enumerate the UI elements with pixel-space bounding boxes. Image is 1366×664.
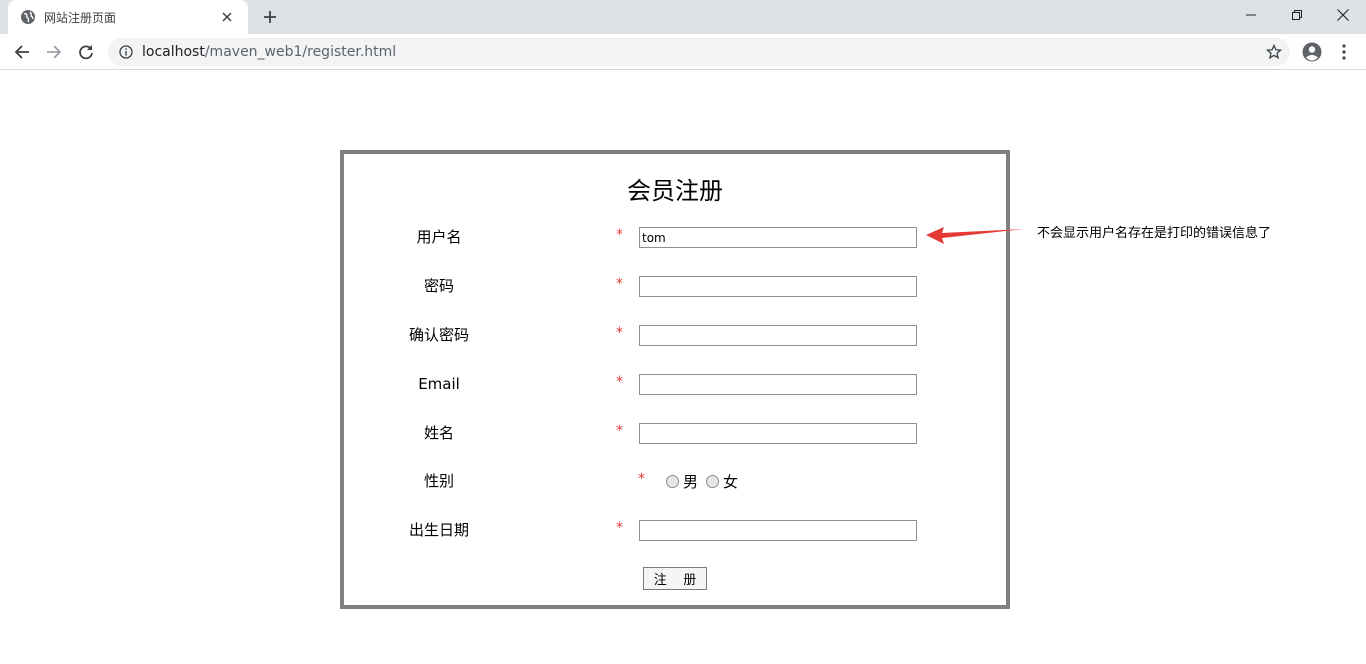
required-mark: * [638, 471, 645, 487]
email-row: Email * [344, 372, 1006, 396]
password-row: 密码 * [344, 274, 1006, 298]
password-label: 密码 [423, 277, 454, 295]
confirm-password-label: 确认密码 [408, 326, 469, 344]
name-input[interactable] [639, 423, 917, 444]
kebab-menu-icon[interactable] [1332, 38, 1356, 66]
birthdate-input[interactable] [639, 520, 917, 541]
password-input[interactable] [639, 276, 917, 297]
annotation-note: 不会显示用户名存在是打印的错误信息了 [1037, 226, 1272, 241]
star-icon[interactable] [1264, 42, 1284, 62]
url-text: localhost/maven_web1/register.html [142, 44, 397, 60]
birthdate-label: 出生日期 [408, 521, 469, 539]
required-mark: * [616, 227, 623, 243]
gender-row: 性别 * 男 女 [344, 469, 1006, 493]
confirm-password-input[interactable] [639, 325, 917, 346]
restore-icon[interactable] [1274, 0, 1320, 30]
required-mark: * [616, 374, 623, 390]
username-row: 用户名 * [344, 225, 1006, 249]
globe-icon [20, 9, 36, 25]
name-row: 姓名 * [344, 421, 1006, 445]
window-close-icon[interactable] [1320, 0, 1366, 30]
gender-male-radio[interactable] [666, 474, 679, 488]
gender-female-label: 女 [723, 472, 739, 491]
gender-male-label: 男 [683, 472, 699, 491]
email-label: Email [418, 375, 460, 393]
gender-radio-group: 男 女 [666, 469, 746, 493]
address-bar[interactable]: localhost/maven_web1/register.html [108, 38, 1290, 66]
forward-arrow-icon[interactable] [40, 38, 68, 66]
form-title: 会员注册 [627, 177, 723, 205]
back-arrow-icon[interactable] [8, 38, 36, 66]
required-mark: * [616, 325, 623, 341]
username-label: 用户名 [416, 228, 462, 246]
username-input[interactable] [639, 227, 917, 248]
reload-icon[interactable] [72, 38, 100, 66]
tab-strip: 网站注册页面 [0, 0, 1366, 34]
minimize-icon[interactable] [1228, 0, 1274, 30]
gender-label: 性别 [423, 472, 454, 490]
browser-tab[interactable]: 网站注册页面 [8, 0, 248, 34]
gender-female-radio[interactable] [706, 474, 720, 488]
profile-icon[interactable] [1298, 38, 1326, 66]
browser-toolbar: localhost/maven_web1/register.html [0, 34, 1366, 70]
required-mark: * [616, 276, 623, 292]
close-icon[interactable] [218, 8, 236, 26]
register-form: 会员注册 用户名 * 密码 * 确认密码 * Email * 姓名 * 性别 *… [340, 150, 1010, 609]
required-mark: * [616, 423, 623, 439]
annotation-arrow-icon [926, 227, 1024, 244]
tab-title: 网站注册页面 [44, 10, 117, 25]
plus-icon[interactable] [258, 5, 282, 29]
email-input[interactable] [639, 374, 917, 395]
required-mark: * [616, 520, 623, 536]
register-button[interactable]: 注 册 [643, 567, 707, 590]
name-label: 姓名 [423, 424, 454, 442]
register-button-label: 注 册 [653, 573, 697, 588]
birthdate-row: 出生日期 * [344, 518, 1006, 542]
info-icon[interactable] [112, 38, 140, 66]
confirm-password-row: 确认密码 * [344, 323, 1006, 347]
